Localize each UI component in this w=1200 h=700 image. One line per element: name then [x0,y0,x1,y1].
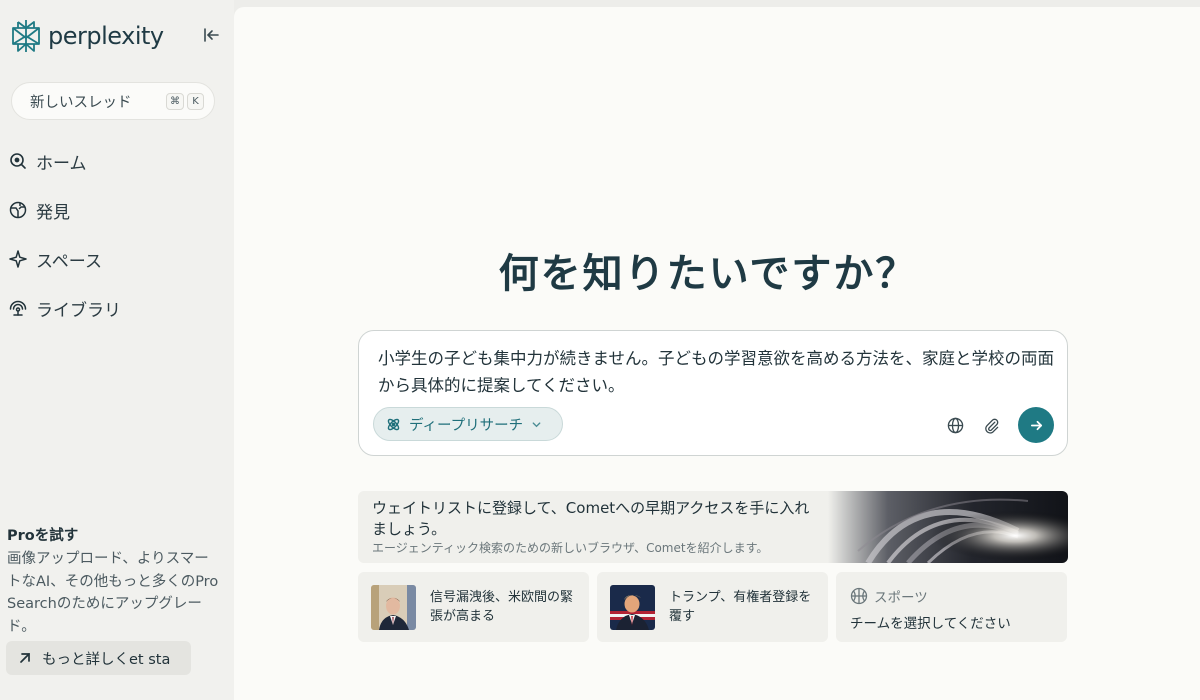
news-card[interactable]: トランプ、有権者登録を覆す [597,572,828,642]
comet-banner-image [828,491,1068,563]
learn-more-label: もっと詳しくet sta [42,651,171,668]
news-card[interactable]: 信号漏洩後、米欧間の緊張が高まる [358,572,589,642]
search-input[interactable]: 小学生の子ども集中力が続きません。子どもの学習意欲を高める方法を、家庭と学校の両… [378,345,1058,399]
pro-upsell: Proを試す 画像アップロード、よりスマートなAI、その他もっと多くのPro S… [7,524,222,638]
spaces-icon [9,250,27,268]
comet-waitlist-banner[interactable]: ウェイトリストに登録して、Cometへの早期アクセスを手に入れましょう。 エージ… [358,491,1068,563]
sidebar-item-label: ライブラリ [36,300,121,321]
library-icon [9,300,27,316]
sidebar-item-spaces[interactable]: スペース [8,244,121,274]
arrow-right-icon [1030,420,1042,430]
sidebar-item-discover[interactable]: 発見 [8,195,121,225]
attach-button[interactable] [981,415,1001,435]
page-title: 何を知りたいですか？ [498,251,918,297]
banner-subtitle: エージェンティック検索のための新しいブラウザ、Cometを紹介します。 [372,541,769,555]
kbd-k: K [187,93,204,110]
new-thread-label: 新しいスレッド [30,94,132,111]
globe-icon [947,417,963,433]
new-thread-button[interactable]: 新しいスレッド ⌘ K [11,82,215,120]
source-selector-button[interactable] [945,415,965,435]
sidebar-nav: ホーム 発見 スペース ライブラリ [8,146,121,342]
shortcut-hint: ⌘ K [166,93,204,110]
news-thumbnail [371,585,416,630]
news-headline: 信号漏洩後、米欧間の緊張が高まる [430,590,574,624]
learn-more-button[interactable]: もっと詳しくet sta [6,641,191,675]
sidebar-item-label: スペース [36,251,102,272]
collapse-sidebar-button[interactable] [200,24,222,46]
news-cards: 信号漏洩後、米欧間の緊張が高まる トランプ、有権者登録を覆す スポーツ チームを… [358,572,1068,642]
main-panel: 何を知りたいですか？ 小学生の子ども集中力が続きません。子どもの学習意欲を高める… [234,7,1200,700]
sidebar-item-label: ホーム [36,153,87,174]
deep-research-icon [387,418,400,430]
chevron-down-icon [532,421,541,427]
sidebar-item-home[interactable]: ホーム [8,146,121,176]
news-headline: トランプ、有権者登録を覆す [669,590,812,624]
submit-button[interactable] [1018,407,1054,443]
search-box[interactable]: 小学生の子ども集中力が続きません。子どもの学習意欲を高める方法を、家庭と学校の両… [358,330,1068,456]
sidebar-item-label: 発見 [36,202,70,223]
sports-label: スポーツ [874,590,928,606]
pro-title: Proを試す [7,528,79,544]
basketball-icon [850,587,868,605]
brand-name: perplexity [48,22,164,50]
sports-widget[interactable]: スポーツ チームを選択してください [836,572,1067,642]
sidebar-item-library[interactable]: ライブラリ [8,293,121,323]
kbd-cmd: ⌘ [166,93,184,110]
paperclip-icon [984,418,998,434]
research-mode-label: ディープリサーチ [409,417,524,434]
arrow-up-right-icon [20,653,30,663]
logo[interactable]: perplexity [10,18,164,54]
home-icon [10,153,26,169]
discover-icon [9,201,27,219]
collapse-left-icon [204,28,219,42]
select-team-link[interactable]: チームを選択してください [850,612,1011,632]
research-mode-selector[interactable]: ディープリサーチ [373,407,563,441]
banner-title: ウェイトリストに登録して、Cometへの早期アクセスを手に入れましょう。 [372,499,810,538]
pro-description: 画像アップロード、よりスマートなAI、その他もっと多くのPro Searchのた… [7,551,219,635]
sports-header: スポーツ [850,586,928,606]
sidebar: perplexity 新しいスレッド ⌘ K ホーム 発見 スペース ライブラリ… [0,0,234,700]
perplexity-logo-icon [12,20,40,52]
news-thumbnail [610,585,655,630]
